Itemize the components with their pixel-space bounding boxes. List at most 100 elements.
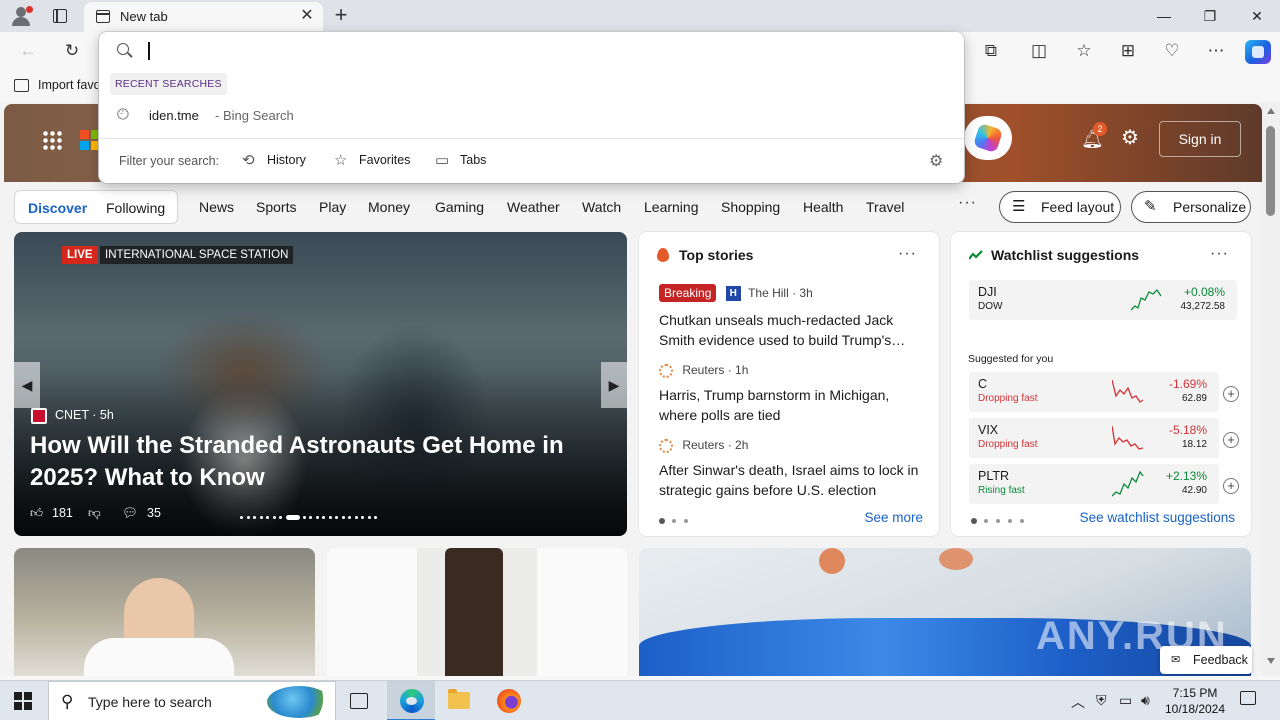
story-item[interactable]: Reuters · 1h Harris, Trump barnstorm in … xyxy=(659,363,919,425)
carousel-dot[interactable] xyxy=(285,515,300,520)
feed-layout-button[interactable]: ☰ Feed layout xyxy=(999,191,1121,223)
network-icon[interactable]: ▭ xyxy=(1119,692,1132,709)
carousel-dot[interactable] xyxy=(354,516,358,519)
nav-more-icon[interactable]: ··· xyxy=(958,194,977,212)
story-item[interactable]: Reuters · 2h After Sinwar's death, Israe… xyxy=(659,438,919,500)
scroll-up-arrow-icon[interactable] xyxy=(1267,108,1275,114)
add-to-watchlist-button[interactable]: + xyxy=(1223,386,1239,402)
story-item[interactable]: Breaking H The Hill · 3h Chutkan unseals… xyxy=(659,284,919,350)
carousel-indicator[interactable] xyxy=(240,514,400,522)
add-to-watchlist-button[interactable]: + xyxy=(1223,432,1239,448)
story-headline[interactable]: After Sinwar's death, Israel aims to loc… xyxy=(659,460,919,500)
carousel-dot[interactable] xyxy=(341,516,345,519)
comment-icon[interactable]: 💬︎ xyxy=(122,506,138,521)
action-center-icon[interactable] xyxy=(1240,691,1256,705)
scroll-down-arrow-icon[interactable] xyxy=(1267,658,1275,664)
nav-money[interactable]: Money xyxy=(368,199,410,215)
security-tray-icon[interactable]: ⛨ xyxy=(1096,692,1107,709)
scroll-thumb[interactable] xyxy=(1266,126,1275,216)
refresh-icon[interactable]: ↻ xyxy=(61,40,83,62)
microsoft-logo-icon[interactable] xyxy=(80,130,100,150)
see-watchlist-suggestions-link[interactable]: See watchlist suggestions xyxy=(1080,510,1235,525)
tab-discover[interactable]: Discover xyxy=(28,200,87,216)
tab-close-icon[interactable]: ✕ xyxy=(299,7,315,25)
more-icon[interactable]: ⋯ xyxy=(1205,40,1227,62)
search-settings-gear-icon[interactable]: ⚙ xyxy=(929,151,943,171)
dislike-icon[interactable]: 👎︎ xyxy=(88,506,101,521)
carousel-dot[interactable] xyxy=(279,516,282,519)
favorites-icon[interactable]: ☆ xyxy=(1073,40,1095,62)
carousel-dot[interactable] xyxy=(272,516,276,519)
nav-sports[interactable]: Sports xyxy=(256,199,296,215)
top-stories-more-icon[interactable]: ··· xyxy=(898,245,917,263)
carousel-dot[interactable] xyxy=(374,516,377,519)
carousel-next-button[interactable]: ▶ xyxy=(601,362,627,408)
nav-play[interactable]: Play xyxy=(319,199,346,215)
taskbar-file-explorer-button[interactable] xyxy=(435,681,483,720)
page-scrollbar[interactable] xyxy=(1262,102,1280,676)
watchlist-page-indicator[interactable] xyxy=(971,518,1024,524)
sign-in-button[interactable]: Sign in xyxy=(1159,121,1241,157)
close-window-button[interactable]: ✕ xyxy=(1247,6,1267,26)
carousel-dot[interactable] xyxy=(367,516,371,519)
news-tile-pope[interactable] xyxy=(14,548,315,676)
suggestion-query[interactable]: iden.tme xyxy=(149,108,199,123)
nav-travel[interactable]: Travel xyxy=(866,199,904,215)
copilot-launch-button[interactable] xyxy=(964,116,1012,160)
shopping-tile[interactable] xyxy=(327,548,627,676)
watchlist-row-c[interactable]: C Dropping fast -1.69% 62.89 xyxy=(969,372,1219,412)
nav-learning[interactable]: Learning xyxy=(644,199,699,215)
hero-headline[interactable]: How Will the Stranded Astronauts Get Hom… xyxy=(30,430,590,494)
watchlist-row-vix[interactable]: VIX Dropping fast -5.18% 18.12 xyxy=(969,418,1219,458)
maximize-button[interactable]: ❐ xyxy=(1200,6,1220,26)
extensions-icon[interactable]: ⧉ xyxy=(980,40,1002,62)
see-more-link[interactable]: See more xyxy=(864,510,923,525)
split-screen-icon[interactable]: ◫ xyxy=(1028,40,1050,62)
nav-news[interactable]: News xyxy=(199,199,234,215)
carousel-dot[interactable] xyxy=(322,516,325,519)
windows-start-icon[interactable] xyxy=(14,692,32,710)
taskbar-firefox-button[interactable] xyxy=(484,681,532,720)
taskbar-clock[interactable]: 7:15 PM 10/18/2024 xyxy=(1152,685,1238,717)
nav-gaming[interactable]: Gaming xyxy=(435,199,484,215)
story-headline[interactable]: Chutkan unseals much-redacted Jack Smith… xyxy=(659,310,919,350)
hero-story-card[interactable]: LIVE INTERNATIONAL SPACE STATION ◀ ▶ CNE… xyxy=(14,232,627,536)
browser-essentials-icon[interactable]: ♡ xyxy=(1161,40,1183,62)
carousel-dot[interactable] xyxy=(253,516,256,519)
carousel-dot[interactable] xyxy=(309,516,312,519)
back-icon[interactable]: ← xyxy=(17,40,39,62)
show-hidden-icons-chevron-icon[interactable]: ︿ xyxy=(1071,692,1085,712)
carousel-dot[interactable] xyxy=(335,516,338,519)
address-search-input[interactable] xyxy=(147,38,947,64)
carousel-dot[interactable] xyxy=(266,516,269,519)
watchlist-row-pltr[interactable]: PLTR Rising fast +2.13% 42.90 xyxy=(969,464,1219,504)
add-to-watchlist-button[interactable]: + xyxy=(1223,478,1239,494)
minimize-button[interactable]: — xyxy=(1154,6,1174,26)
new-tab-button[interactable]: + xyxy=(330,4,352,26)
carousel-dot[interactable] xyxy=(315,516,319,519)
settings-gear-icon[interactable]: ⚙ xyxy=(1119,127,1141,149)
like-icon[interactable]: 👍︎ xyxy=(30,506,43,521)
personalize-button[interactable]: ✎ Personalize xyxy=(1131,191,1251,223)
carousel-dot[interactable] xyxy=(361,516,364,519)
import-favorites-link[interactable]: Import favo xyxy=(38,78,101,92)
stories-page-indicator[interactable] xyxy=(659,518,699,524)
carousel-dot[interactable] xyxy=(240,516,243,519)
watchlist-more-icon[interactable]: ··· xyxy=(1210,245,1229,263)
carousel-dot[interactable] xyxy=(328,516,332,519)
carousel-dot[interactable] xyxy=(348,516,351,519)
task-view-button[interactable] xyxy=(336,681,384,720)
carousel-dot[interactable] xyxy=(246,516,250,519)
nav-watch[interactable]: Watch xyxy=(582,199,621,215)
tab-new-tab[interactable]: New tab ✕ xyxy=(84,2,323,32)
copilot-icon[interactable] xyxy=(1245,40,1271,64)
nav-shopping[interactable]: Shopping xyxy=(721,199,780,215)
carousel-prev-button[interactable]: ◀ xyxy=(14,362,40,408)
volume-icon[interactable]: 🔊︎ xyxy=(1141,692,1150,709)
profile-icon[interactable] xyxy=(10,6,33,26)
apps-grid-icon[interactable] xyxy=(42,130,62,150)
nav-health[interactable]: Health xyxy=(803,199,843,215)
carousel-dot[interactable] xyxy=(302,516,306,519)
feedback-button[interactable]: ✉ Feedback xyxy=(1160,646,1252,674)
tab-following[interactable]: Following xyxy=(106,200,165,216)
